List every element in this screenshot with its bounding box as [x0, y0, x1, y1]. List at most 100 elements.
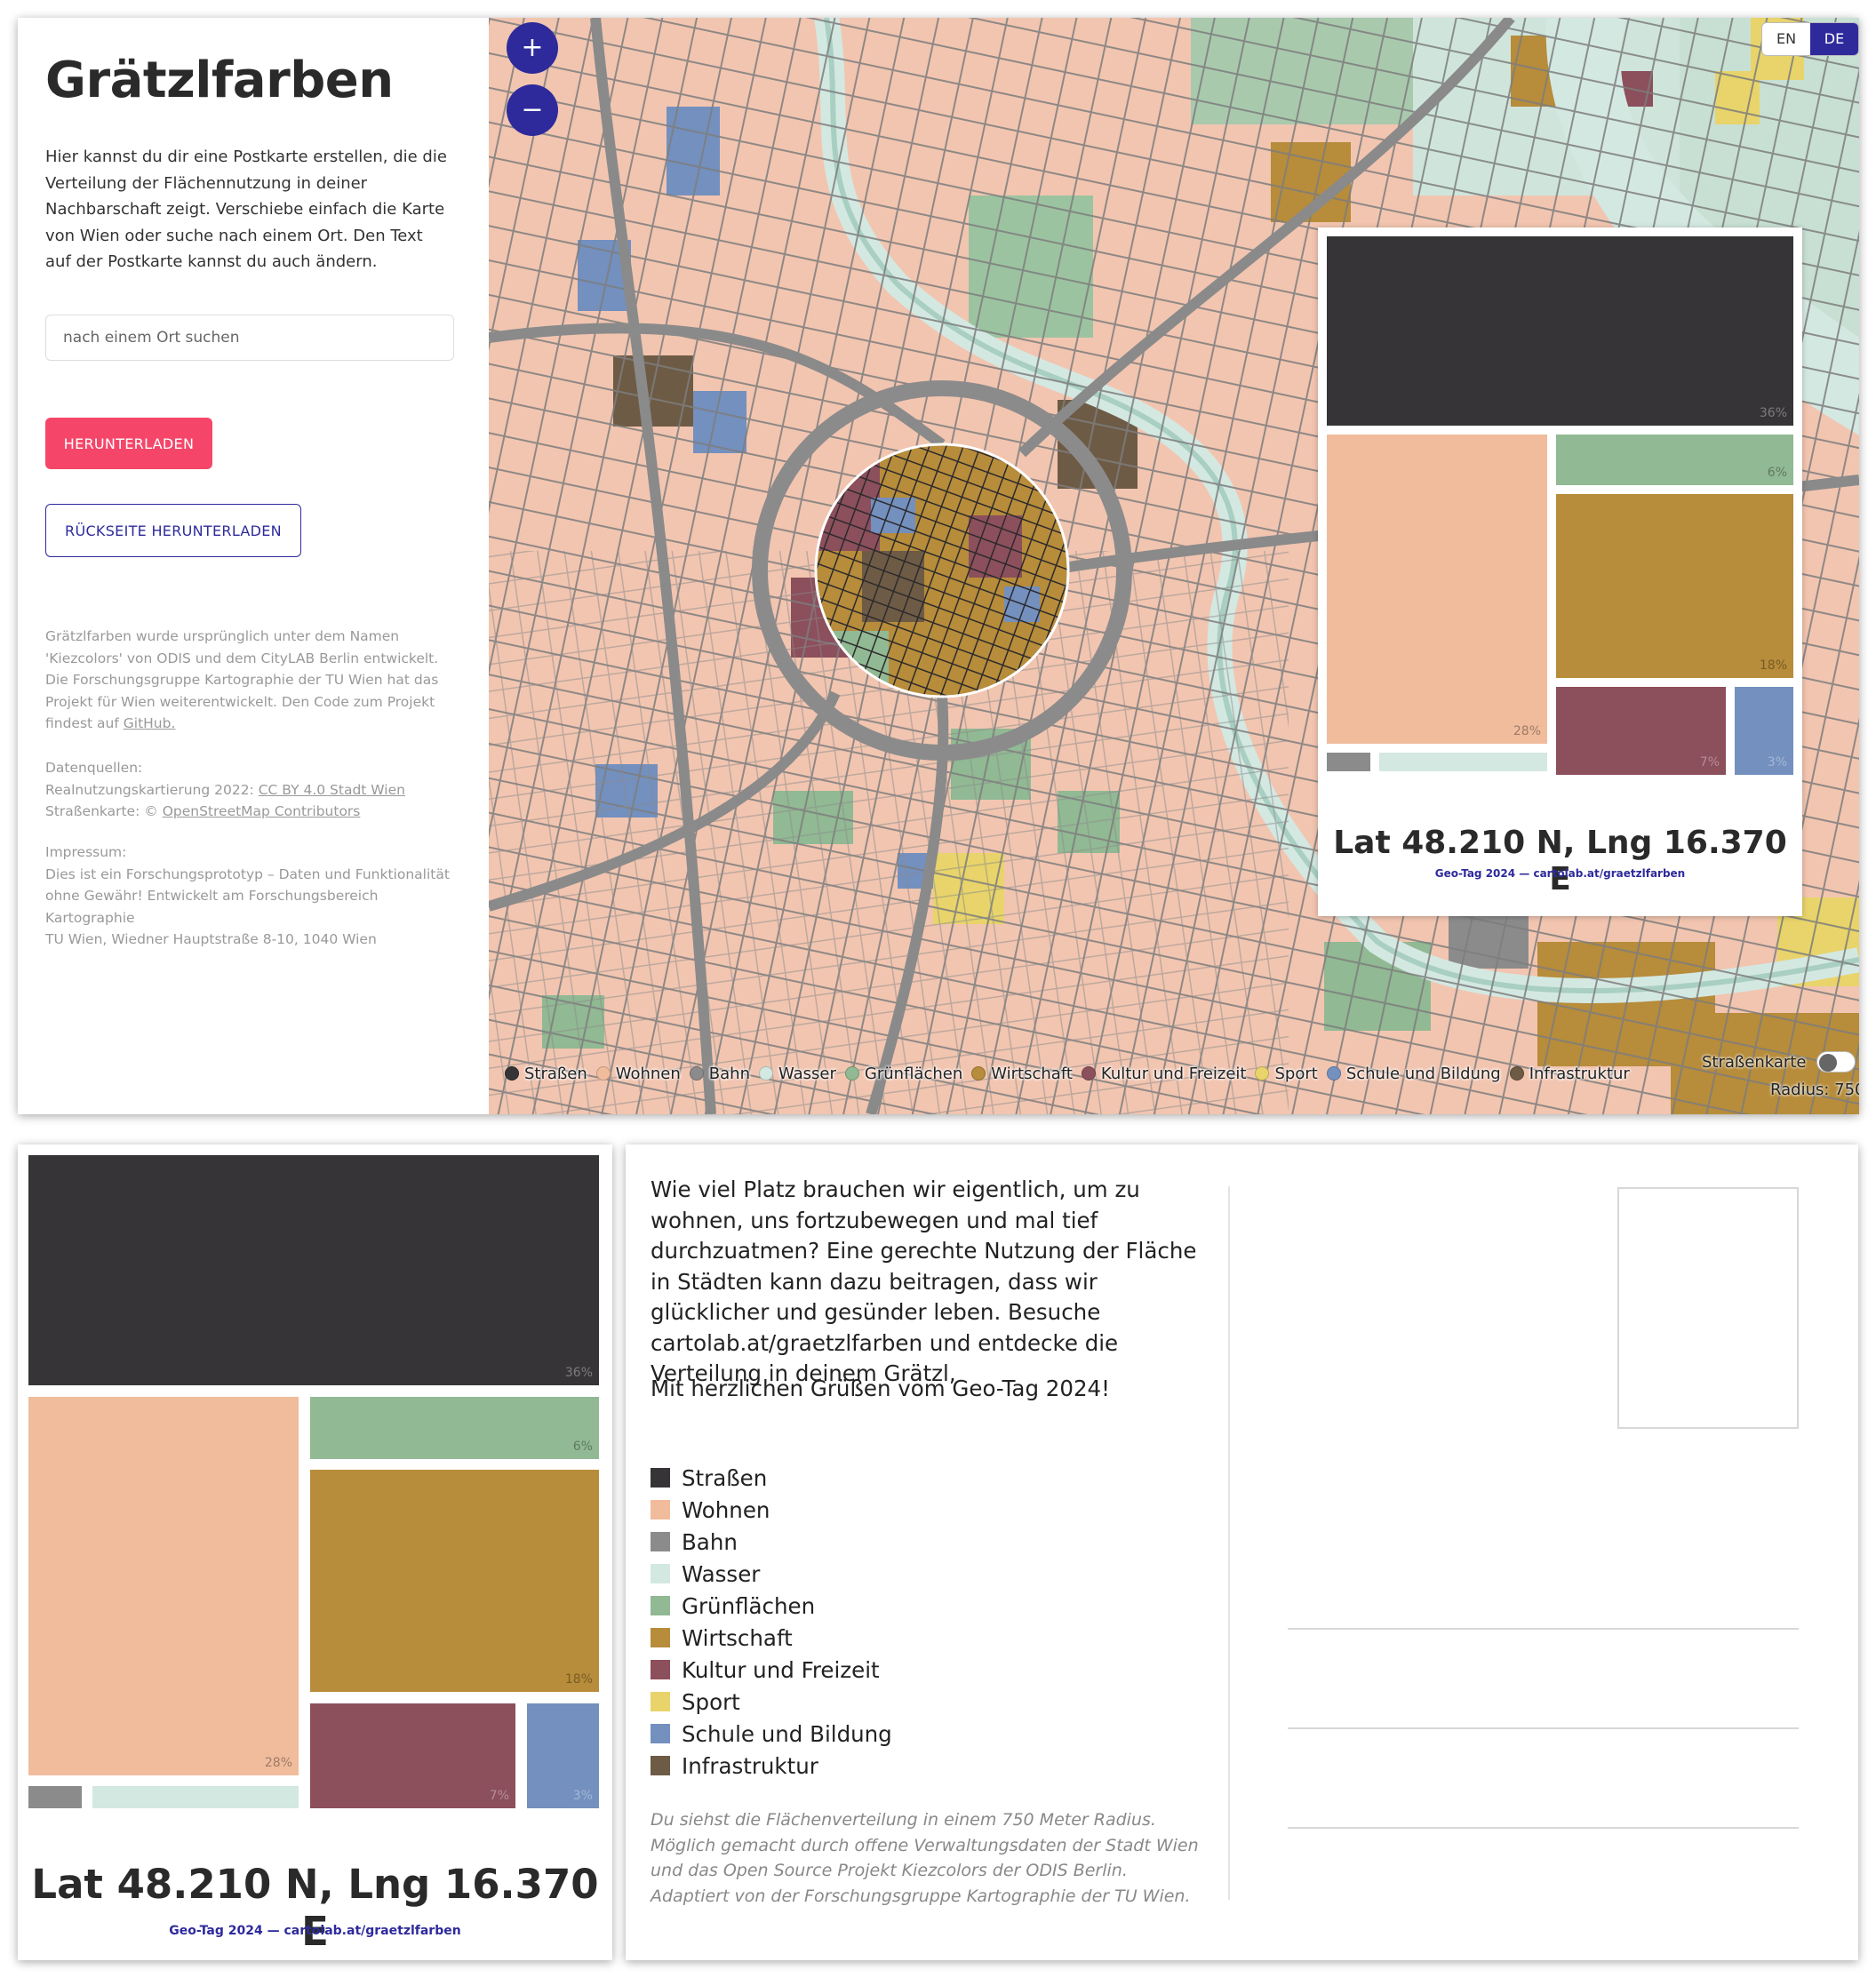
postcard-legend-item-schule-und-bildung: Schule und Bildung	[651, 1718, 892, 1750]
pct-wohnen: 28%	[264, 1756, 292, 1770]
legend-swatch	[651, 1660, 670, 1679]
tile-strassen: 36%	[28, 1155, 599, 1385]
pct-kultur: 7%	[489, 1789, 509, 1803]
postcard-legend-item-wohnen: Wohnen	[651, 1494, 892, 1526]
toggle-switch[interactable]	[1816, 1051, 1856, 1073]
pct-strassen: 36%	[564, 1366, 593, 1380]
app-window: Grätzlfarben Hier kannst du dir eine Pos…	[18, 18, 1859, 1114]
map[interactable]: + − EN DE 36% 28% 6% 18% 7% 3% Lat 48.21…	[489, 18, 1859, 1114]
app-title: Grätzlfarben	[45, 52, 394, 109]
legend-dot	[971, 1066, 986, 1081]
legend-label: Sport	[682, 1688, 740, 1715]
legend-item-wasser: Wasser	[759, 1059, 836, 1088]
legend-swatch	[651, 1564, 670, 1583]
data-sources: Datenquellen: Realnutzungskartierung 202…	[45, 757, 454, 823]
legend-dot	[595, 1066, 611, 1081]
postcard-front: 36% 28% 6% 18% 7% 3% Lat 48.210 N, Lng 1…	[18, 1145, 612, 1960]
legend-item-wohnen: Wohnen	[595, 1059, 681, 1088]
legend-label: Grünflächen	[864, 1064, 963, 1083]
street-map-toggle[interactable]: Straßenkarte	[1702, 1051, 1856, 1073]
tile-schule: 3%	[527, 1703, 599, 1808]
legend-label: Wasser	[682, 1560, 761, 1587]
preview-credit: Geo-Tag 2024 — cartolab.at/graetzlfarben	[1434, 867, 1686, 880]
legend-dot	[1081, 1066, 1096, 1081]
tile-strassen: 36%	[1327, 236, 1793, 426]
postcard-divider	[1228, 1186, 1230, 1900]
address-line	[1288, 1827, 1799, 1829]
legend-item-kultur-und-freizeit: Kultur und Freizeit	[1081, 1059, 1247, 1088]
postcard-legend-item-wirtschaft: Wirtschaft	[651, 1622, 892, 1654]
pct-strassen: 36%	[1759, 406, 1787, 420]
legend-item-infrastruktur: Infrastruktur	[1509, 1059, 1630, 1088]
legend-label: Wirtschaft	[682, 1624, 793, 1651]
postcard-legend-item-wasser: Wasser	[651, 1558, 892, 1590]
tile-bahn	[1327, 753, 1370, 771]
legend-item-sport: Sport	[1255, 1059, 1318, 1088]
postcard-footnote: Du siehst die Flächenverteilung in einem…	[651, 1810, 1199, 1906]
github-link[interactable]: GitHub.	[124, 715, 176, 731]
impressum-text: Dies ist ein Forschungsprototyp – Daten …	[45, 865, 450, 926]
legend-label: Sport	[1274, 1064, 1318, 1083]
street-toggle-label: Straßenkarte	[1702, 1052, 1807, 1072]
legend-dot	[759, 1066, 773, 1081]
legend-label: Schule und Bildung	[1345, 1064, 1501, 1083]
legend-swatch	[651, 1724, 670, 1743]
source-row-2: Straßenkarte: © OpenStreetMap Contributo…	[45, 801, 454, 823]
pct-kultur: 7%	[1699, 755, 1720, 770]
download-button[interactable]: HERUNTERLADEN	[45, 418, 212, 469]
postcard-message[interactable]: Wie viel Platz brauchen wir eigentlich, …	[651, 1175, 1201, 1390]
osm-link[interactable]: OpenStreetMap Contributors	[163, 803, 361, 819]
postcard-legend: Straßen Wohnen Bahn Wasser Grünflächen Wirtsc…	[651, 1462, 892, 1782]
postcard-legend-item-infrastruktur: Infrastruktur	[651, 1750, 892, 1782]
tile-gruenflaechen: 6%	[310, 1397, 599, 1459]
front-coordinates: Lat 48.210 N, Lng 16.370 E	[31, 1861, 599, 1955]
legend-label: Wohnen	[682, 1496, 770, 1523]
lang-de-button[interactable]: DE	[1810, 23, 1858, 55]
source-1-text: Realnutzungskartierung 2022:	[45, 781, 259, 798]
postcard-greeting[interactable]: Mit herzlichen Grüßen vom Geo-Tag 2024!	[651, 1376, 1110, 1401]
legend-label: Bahn	[682, 1528, 738, 1555]
about-body: Grätzlfarben wurde ursprünglich unter de…	[45, 628, 439, 731]
lang-en-button[interactable]: EN	[1762, 23, 1810, 55]
pct-schule: 3%	[1767, 755, 1787, 770]
radius-label: Radius: 750m	[1770, 1081, 1859, 1099]
pct-wohnen: 28%	[1513, 724, 1541, 738]
legend-label: Kultur und Freizeit	[1100, 1064, 1247, 1083]
legend-item-schule-und-bildung: Schule und Bildung	[1326, 1059, 1501, 1088]
postcard-legend-item-kultur-und-freizeit: Kultur und Freizeit	[651, 1654, 892, 1686]
about-text: Grätzlfarben wurde ursprünglich unter de…	[45, 626, 454, 735]
postcard-legend-item-gruenflaechen: Grünflächen	[651, 1590, 892, 1622]
legend-swatch	[651, 1468, 670, 1487]
legend-label: Bahn	[708, 1064, 750, 1083]
impressum-address: TU Wien, Wiedner Hauptstraße 8-10, 1040 …	[45, 931, 377, 947]
legend-dot	[1326, 1066, 1341, 1081]
legend-item-strassen: Straßen	[505, 1059, 587, 1088]
tile-wirtschaft: 18%	[1556, 494, 1793, 678]
legend-item-gruenflaechen: Grünflächen	[844, 1059, 963, 1088]
pct-schule: 3%	[572, 1789, 593, 1803]
tile-bahn	[28, 1786, 82, 1808]
address-line	[1288, 1727, 1799, 1729]
legend-label: Grünflächen	[682, 1592, 816, 1619]
preview-coordinates: Lat 48.210 N, Lng 16.370 E	[1333, 825, 1787, 897]
legend-swatch	[651, 1628, 670, 1647]
legend-swatch	[651, 1500, 670, 1519]
zoom-in-button[interactable]: +	[507, 22, 558, 74]
sidebar: Grätzlfarben Hier kannst du dir eine Pos…	[18, 18, 489, 1114]
search-input[interactable]	[45, 315, 454, 361]
tile-wasser	[1379, 753, 1547, 771]
address-line	[1288, 1628, 1799, 1630]
cc-license-link[interactable]: CC BY 4.0 Stadt Wien	[259, 782, 405, 798]
pct-wirtschaft: 18%	[564, 1672, 593, 1687]
download-back-button[interactable]: RÜCKSEITE HERUNTERLADEN	[45, 504, 301, 557]
legend-item-wirtschaft: Wirtschaft	[971, 1059, 1073, 1088]
map-legend: Straßen Wohnen Bahn Wasser Grünflächen Wirtsc…	[505, 1059, 1660, 1088]
intro-text: Hier kannst du dir eine Postkarte erstel…	[45, 148, 447, 271]
legend-swatch	[651, 1692, 670, 1711]
zoom-out-button[interactable]: −	[507, 84, 558, 136]
treemap-front: 36% 28% 6% 18% 7% 3%	[28, 1155, 599, 1808]
legend-label: Infrastruktur	[682, 1752, 818, 1779]
tile-kultur: 7%	[1556, 687, 1726, 775]
legend-dot	[505, 1066, 519, 1081]
treemap-preview: 36% 28% 6% 18% 7% 3%	[1327, 236, 1793, 778]
